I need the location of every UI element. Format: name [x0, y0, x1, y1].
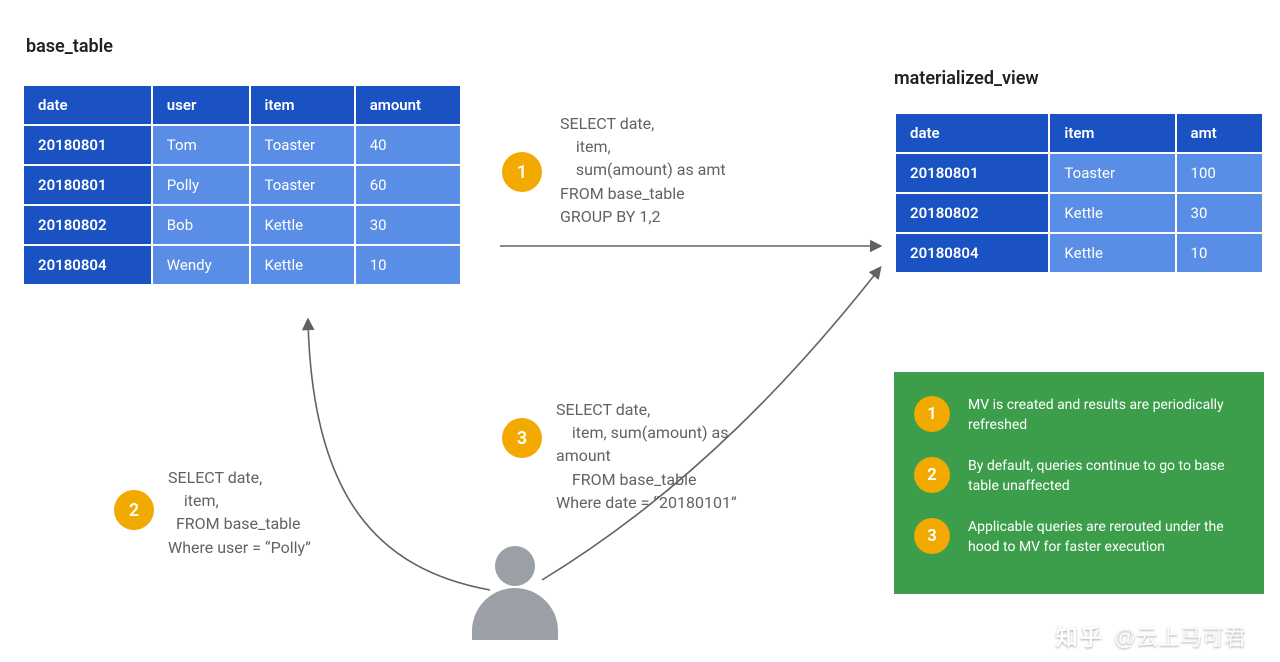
legend-item: 1 MV is created and results are periodica… — [914, 396, 1244, 435]
table-row: 20180801Toaster100 — [896, 154, 1262, 192]
sql-query-1: SELECT date, item, sum(amount) as amt FR… — [560, 112, 726, 228]
table-cell: 20180802 — [24, 206, 151, 244]
table-row: 20180801PollyToaster60 — [24, 166, 460, 204]
legend-text: MV is created and results are periodical… — [968, 396, 1244, 435]
table-cell: 30 — [356, 206, 460, 244]
legend-text: Applicable queries are rerouted under th… — [968, 518, 1244, 557]
table-cell: 20180801 — [24, 126, 151, 164]
table-cell: 20180802 — [896, 194, 1048, 232]
table-cell: Wendy — [153, 246, 249, 284]
legend-panel: 1 MV is created and results are periodica… — [894, 372, 1264, 594]
table-cell: 30 — [1177, 194, 1262, 232]
table-row: 20180802BobKettle30 — [24, 206, 460, 244]
legend-text: By default, queries continue to go to ba… — [968, 457, 1244, 496]
sql-query-2: SELECT date, item, FROM base_table Where… — [168, 466, 311, 559]
materialized-view-table: dateitemamt 20180801Toaster10020180802Ke… — [894, 112, 1264, 274]
table-cell: Polly — [153, 166, 249, 204]
legend-badge: 2 — [914, 457, 950, 493]
table-cell: 60 — [356, 166, 460, 204]
table-cell: Tom — [153, 126, 249, 164]
table-header: amount — [356, 86, 460, 124]
watermark-site: 知乎 — [1056, 620, 1104, 652]
table-cell: 20180801 — [24, 166, 151, 204]
table-cell: Kettle — [1050, 234, 1174, 272]
table-header: item — [1050, 114, 1174, 152]
table-cell: 20180804 — [24, 246, 151, 284]
step-badge-3: 3 — [502, 418, 542, 458]
table-cell: Kettle — [1050, 194, 1174, 232]
table-header: amt — [1177, 114, 1262, 152]
base-table-title: base_table — [26, 36, 113, 57]
table-row: 20180804WendyKettle10 — [24, 246, 460, 284]
table-row: 20180801TomToaster40 — [24, 126, 460, 164]
table-cell: 100 — [1177, 154, 1262, 192]
legend-badge: 1 — [914, 396, 950, 432]
table-cell: Kettle — [251, 206, 354, 244]
table-cell: 10 — [1177, 234, 1262, 272]
table-cell: 20180801 — [896, 154, 1048, 192]
step-badge-1: 1 — [502, 152, 542, 192]
table-row: 20180804Kettle10 — [896, 234, 1262, 272]
legend-item: 3 Applicable queries are rerouted under t… — [914, 518, 1244, 557]
legend-item: 2 By default, queries continue to go to b… — [914, 457, 1244, 496]
step-badge-2: 2 — [114, 490, 154, 530]
table-cell: Bob — [153, 206, 249, 244]
base-table: dateuseritemamount 20180801TomToaster402… — [22, 84, 462, 286]
table-cell: Kettle — [251, 246, 354, 284]
table-row: 20180802Kettle30 — [896, 194, 1262, 232]
table-header: date — [24, 86, 151, 124]
table-cell: 20180804 — [896, 234, 1048, 272]
table-cell: Toaster — [251, 166, 354, 204]
watermark: 知乎 @云上马可君 — [1056, 620, 1246, 652]
table-cell: 40 — [356, 126, 460, 164]
table-header: date — [896, 114, 1048, 152]
legend-badge: 3 — [914, 518, 950, 554]
watermark-author: @云上马可君 — [1114, 620, 1246, 652]
table-header: user — [153, 86, 249, 124]
user-icon — [472, 546, 558, 638]
table-header: item — [251, 86, 354, 124]
sql-query-3: SELECT date, item, sum(amount) as amount… — [556, 398, 737, 514]
table-cell: Toaster — [251, 126, 354, 164]
materialized-view-title: materialized_view — [894, 68, 1039, 89]
table-cell: 10 — [356, 246, 460, 284]
table-cell: Toaster — [1050, 154, 1174, 192]
